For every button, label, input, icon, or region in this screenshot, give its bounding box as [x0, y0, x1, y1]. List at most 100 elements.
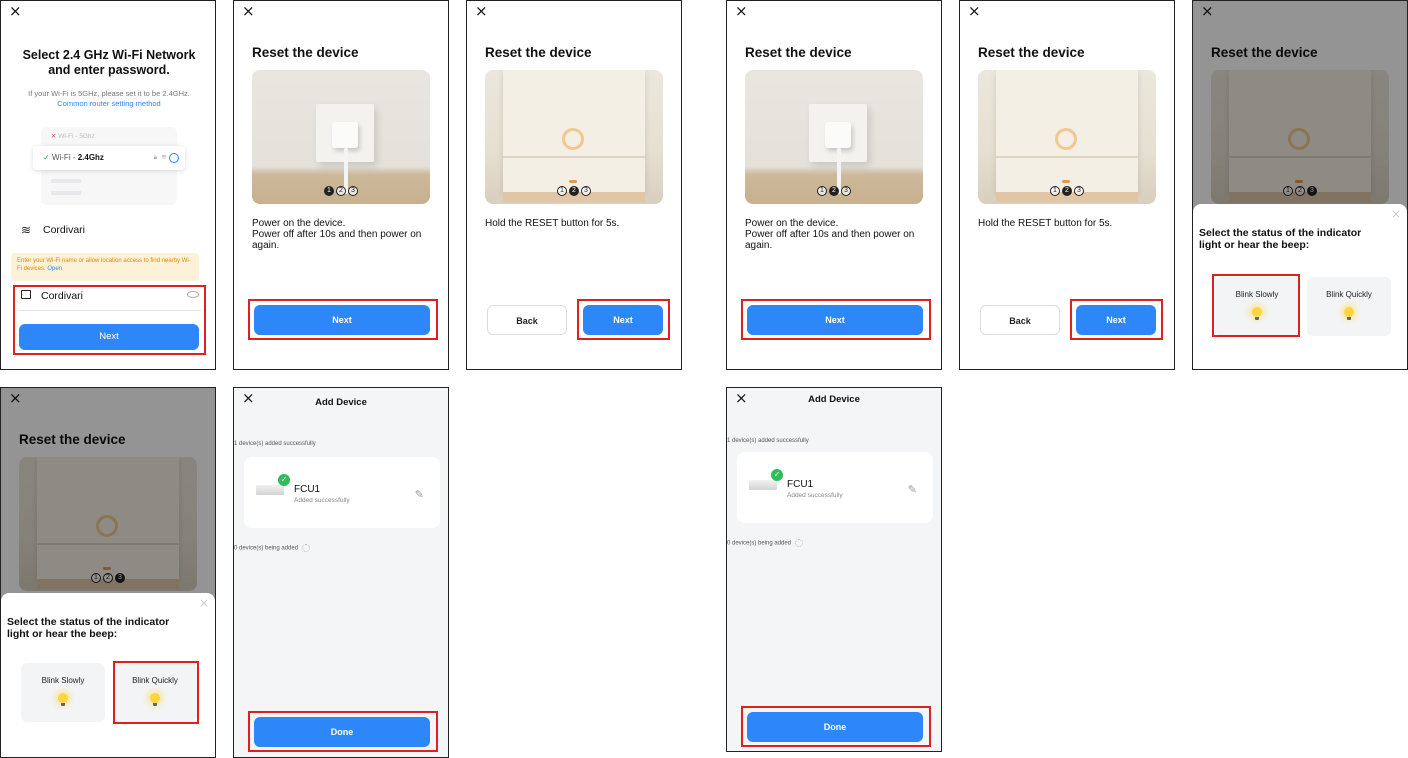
indicator-bottom-sheet: × Select the status of the indicator lig… [1, 593, 215, 757]
loading-spinner-icon [302, 544, 311, 552]
wifi-illustration: ✕ Wi-Fi - 5Ghz ✓ Wi-Fi - 2.4Ghz 🔒︎ ≋ [33, 127, 185, 205]
success-check-icon: ✓ [771, 469, 783, 481]
reset-step2-screen: × Reset the device 123 Hold the RESET bu… [466, 0, 682, 370]
pager-dot: 3 [841, 186, 851, 196]
device-illustration: 123 [745, 70, 923, 204]
lock-icon: 🔒︎ [153, 155, 157, 161]
wifi-hint: If your Wi-Fi is 5GHz, please set it to … [28, 89, 190, 98]
pager-dot: 3 [348, 186, 358, 196]
adding-count: 0 device(s) being added [234, 544, 311, 552]
reset-step2-screen: × Reset the device 123 Hold the RESET bu… [959, 0, 1175, 370]
page-title: Reset the device [252, 45, 359, 60]
device-name: FCU1 [787, 479, 814, 490]
indicator-bottom-sheet: × Select the status of the indicator lig… [1193, 204, 1407, 369]
wifi-5g-row: ✕ Wi-Fi - 5Ghz [51, 132, 95, 140]
device-status: Added successfully [294, 497, 350, 504]
indicator-status-screen: × Reset the device 123 × Select the stat… [1192, 0, 1408, 370]
device-card[interactable]: ✓ FCU1 Added successfully ✎ [244, 457, 440, 528]
option-label: Blink Quickly [1326, 290, 1372, 299]
wifi-signal-icon: ≋ [161, 154, 167, 161]
open-link[interactable]: Open [47, 266, 62, 272]
reset-step1-screen: × Reset the device 123 Power on the devi… [726, 0, 942, 370]
lightbulb-icon [58, 693, 68, 706]
device-icon [256, 485, 284, 495]
adding-count: 0 device(s) being added [727, 539, 804, 547]
page-title: Reset the device [978, 45, 1085, 60]
pager-dot: 1 [817, 186, 827, 196]
page-title: Add Device [315, 397, 367, 408]
close-icon[interactable]: × [9, 3, 22, 19]
added-count: 1 device(s) added successfully [727, 438, 809, 444]
add-device-screen: × Add Device 1 device(s) added successfu… [233, 387, 449, 758]
adding-count-label: 0 device(s) being added [234, 545, 299, 552]
sheet-title: Select the status of the indicator light… [7, 616, 170, 640]
warning-text: Enter your Wi-Fi name or allow location … [17, 258, 191, 272]
pager-dot: 3 [1074, 186, 1084, 196]
pager-dot: 1 [324, 186, 334, 196]
highlight-box [577, 299, 670, 340]
success-check-icon: ✓ [278, 474, 290, 486]
highlight-box [248, 711, 438, 752]
close-icon[interactable]: × [242, 3, 255, 19]
sheet-close-icon[interactable]: × [1391, 207, 1401, 221]
placeholder-row [51, 179, 81, 183]
back-button[interactable]: Back [980, 305, 1060, 335]
step-pager: 123 [745, 186, 923, 196]
edit-icon[interactable]: ✎ [908, 483, 917, 496]
highlight-box [1212, 274, 1300, 337]
sheet-close-icon[interactable]: × [199, 596, 209, 610]
adding-count-label: 0 device(s) being added [727, 540, 792, 547]
added-count: 1 device(s) added successfully [234, 441, 316, 447]
device-card[interactable]: ✓ FCU1 Added successfully ✎ [737, 452, 933, 523]
highlight-box [741, 299, 931, 340]
check-icon: ✓ [43, 153, 50, 162]
device-status: Added successfully [787, 492, 843, 499]
wifi-5g-label: Wi-Fi - 5Ghz [58, 133, 95, 140]
close-icon[interactable]: × [475, 3, 488, 19]
placeholder-row [51, 191, 81, 195]
reset-button-indicator [569, 180, 577, 183]
sheet-title: Select the status of the indicator light… [1199, 227, 1362, 251]
reset-button-indicator [1062, 180, 1070, 183]
highlight-box [113, 661, 199, 724]
close-icon[interactable]: × [735, 3, 748, 19]
device-illustration: 123 [485, 70, 663, 204]
option-label: Blink Slowly [41, 676, 85, 685]
pager-dot: 2 [1062, 186, 1072, 196]
instruction-text: Power on the device. Power off after 10s… [745, 218, 915, 251]
wifi-select-screen: × Select 2.4 GHz Wi-Fi Network and enter… [0, 0, 216, 370]
network-name[interactable]: Cordivari [43, 224, 85, 236]
pager-dot: 3 [581, 186, 591, 196]
step-pager: 123 [978, 186, 1156, 196]
pager-dot: 2 [336, 186, 346, 196]
close-icon[interactable]: × [968, 3, 981, 19]
page-title: Reset the device [485, 45, 592, 60]
info-icon [169, 153, 179, 163]
back-button[interactable]: Back [487, 305, 567, 335]
page-title: Add Device [808, 394, 860, 405]
pager-dot: 2 [569, 186, 579, 196]
device-name: FCU1 [294, 484, 321, 495]
indicator-status-screen: × Reset the device 123 × Select the stat… [0, 387, 216, 758]
add-device-screen: × Add Device 1 device(s) added successfu… [726, 387, 942, 752]
instruction-text: Hold the RESET button for 5s. [978, 218, 1113, 229]
edit-icon[interactable]: ✎ [415, 488, 424, 501]
device-illustration: 123 [978, 70, 1156, 204]
step-pager: 123 [252, 186, 430, 196]
instruction-text: Hold the RESET button for 5s. [485, 218, 620, 229]
power-plug [332, 122, 358, 148]
highlight-box [248, 299, 438, 340]
device-illustration: 123 [252, 70, 430, 204]
wifi-24-prefix: Wi-Fi - [51, 153, 78, 162]
router-setting-link[interactable]: Common router setting method [7, 99, 211, 108]
wifi-24-band: 2.4Ghz [77, 153, 104, 162]
instruction-text: Power on the device. Power off after 10s… [252, 218, 422, 251]
indicator-light [1055, 128, 1077, 150]
blink-slowly-option[interactable]: Blink Slowly [21, 663, 105, 722]
error-icon: ✕ [51, 133, 57, 140]
wifi-24-row: ✓ Wi-Fi - 2.4Ghz 🔒︎ ≋ [33, 146, 185, 170]
blink-quickly-option[interactable]: Blink Quickly [1307, 277, 1391, 336]
lightbulb-icon [1344, 307, 1354, 320]
reset-step1-screen: × Reset the device 123 Power on the devi… [233, 0, 449, 370]
pager-dot: 2 [829, 186, 839, 196]
